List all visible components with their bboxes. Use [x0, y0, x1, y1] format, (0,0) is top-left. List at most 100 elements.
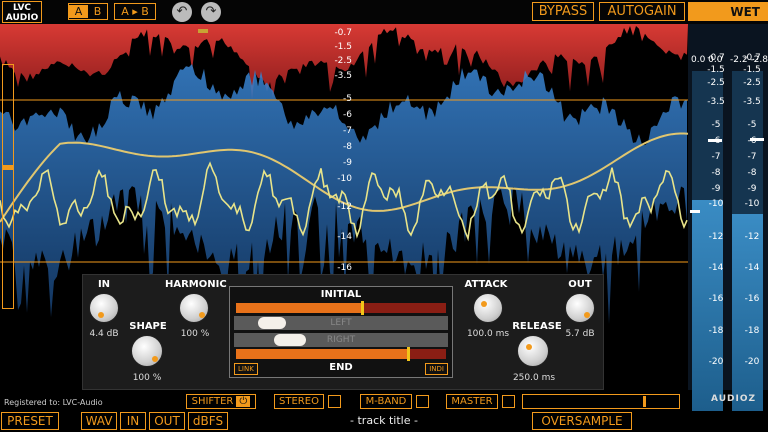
wav-button[interactable]: WAV — [81, 412, 117, 430]
input-peak-marker — [690, 210, 700, 213]
meter-scale-label: -10 — [744, 199, 760, 209]
meter-scale-label: -18 — [708, 326, 724, 336]
meter-scale-label: -18 — [744, 326, 760, 336]
meter-scale-label: -20 — [708, 357, 724, 367]
scroll-handle[interactable] — [198, 29, 208, 33]
output-meter-fill — [732, 213, 763, 411]
shape-label: SHAPE — [129, 321, 167, 332]
autogain-button[interactable]: AUTOGAIN — [599, 2, 685, 21]
initial-slider[interactable] — [236, 301, 446, 315]
shape-knob[interactable] — [131, 335, 163, 367]
initial-slider-handle[interactable] — [361, 301, 364, 315]
right-label: RIGHT — [326, 335, 356, 345]
input-gain-rail[interactable] — [2, 64, 14, 309]
release-knob[interactable] — [517, 335, 549, 367]
left-label: LEFT — [330, 318, 352, 328]
master-button[interactable]: MASTER — [446, 394, 498, 409]
undo-icon[interactable]: ↶ — [172, 2, 192, 22]
meter-scale-label: -10 — [708, 199, 724, 209]
meter-scale-label: -2.5 — [707, 78, 725, 88]
right-channel-blob — [274, 334, 306, 346]
harmonic-label: HARMONIC — [165, 279, 227, 290]
master-slider-handle[interactable] — [643, 396, 646, 407]
shape-value: 100 % — [132, 373, 162, 383]
meter-scale-label: -20 — [744, 357, 760, 367]
meter-scale-label: -3.5 — [743, 97, 761, 107]
release-label: RELEASE — [512, 321, 562, 332]
meter-scale-label: -9 — [747, 184, 757, 194]
attack-label: ATTACK — [464, 279, 508, 290]
lvc-audio-logo: LVC AUDIO — [2, 1, 42, 23]
indi-button[interactable]: INDI — [425, 363, 448, 375]
level-meters: 0.0 0.0 -2.2 -2.8 -0.7 -0.7 -1.5 -1.5 -2.5 -2… — [688, 24, 768, 411]
wet-label: WET — [730, 4, 760, 19]
meter-scale-label: -7 — [747, 152, 757, 162]
shifter-button[interactable]: SHIFTER ⏻ — [186, 394, 256, 409]
preset-a-button[interactable]: A — [69, 5, 88, 18]
initial-slider-fill — [236, 303, 362, 313]
harmonic-knob-indicator — [199, 312, 205, 318]
end-label: END — [329, 362, 353, 373]
envelope-section: INITIAL LEFT RIGHT LINK END INDI — [229, 286, 453, 378]
meter-scale-label: -1.5 — [743, 65, 761, 75]
db-scale-label: -16 — [337, 263, 352, 273]
track-title: - track title - — [350, 414, 418, 427]
end-slider-fill — [236, 349, 409, 359]
db-scale-label: -14 — [337, 232, 352, 242]
end-slider-handle[interactable] — [407, 347, 411, 361]
left-channel-blob — [258, 317, 286, 329]
in-knob[interactable] — [89, 293, 119, 323]
preset-b-button[interactable]: B — [88, 5, 107, 18]
meter-scale-label: -2.5 — [743, 78, 761, 88]
left-channel-row[interactable]: LEFT — [234, 316, 448, 330]
out-knob[interactable] — [565, 293, 595, 323]
meter-scale-label: -6 — [747, 136, 757, 146]
stereo-button[interactable]: STEREO — [274, 394, 324, 409]
dbfs-button[interactable]: dBFS — [188, 412, 228, 430]
preset-button[interactable]: PRESET — [1, 412, 59, 430]
meter-scale-label: -0.7 — [743, 53, 761, 63]
attack-knob-indicator — [481, 301, 487, 307]
db-scale-label: -8 — [343, 142, 352, 152]
in-knob-indicator — [98, 312, 104, 318]
oversample-button[interactable]: OVERSAMPLE — [532, 412, 632, 430]
meter-scale-label: -16 — [708, 294, 724, 304]
meter-scale-label: -6 — [711, 136, 721, 146]
meter-scale-label: -16 — [744, 294, 760, 304]
input-gain-marker[interactable] — [3, 165, 13, 170]
meter-scale-label: -1.5 — [707, 65, 725, 75]
harmonic-knob[interactable] — [179, 293, 209, 323]
wet-dry-slider[interactable]: WET — [688, 2, 768, 21]
redo-icon[interactable]: ↷ — [201, 2, 221, 22]
db-scale-label: -7 — [343, 126, 352, 136]
master-toggle[interactable] — [502, 395, 515, 408]
mband-toggle[interactable] — [416, 395, 429, 408]
copy-a-to-b-button[interactable]: A ▸ B — [114, 3, 156, 20]
meter-scale-label: -8 — [747, 168, 757, 178]
release-knob-indicator — [526, 344, 532, 350]
db-scale-label: -5 — [343, 94, 352, 104]
meter-scale-label: -9 — [711, 184, 721, 194]
mband-button[interactable]: M-BAND — [360, 394, 412, 409]
meter-scale-label: -3.5 — [707, 97, 725, 107]
out-label: OUT — [568, 279, 592, 290]
db-scale-label: -10 — [337, 174, 352, 184]
master-slider[interactable] — [522, 394, 680, 409]
end-slider[interactable] — [236, 347, 446, 361]
bypass-button[interactable]: BYPASS — [532, 2, 594, 21]
audioz-watermark: AUDIOZ — [711, 394, 756, 404]
initial-label: INITIAL — [320, 289, 362, 300]
attack-value: 100.0 ms — [466, 329, 510, 339]
db-scale-label: -2.5 — [334, 56, 352, 66]
attack-knob[interactable] — [473, 293, 503, 323]
out-knob-indicator — [584, 312, 590, 318]
meter-scale-label: -14 — [708, 263, 724, 273]
power-icon[interactable]: ⏻ — [236, 396, 251, 407]
right-channel-row[interactable]: RIGHT — [234, 333, 448, 347]
meter-scale-label: -7 — [711, 152, 721, 162]
in-button[interactable]: IN — [120, 412, 146, 430]
shifter-label: SHIFTER — [191, 396, 234, 407]
top-toolbar: LVC AUDIO A B A ▸ B ↶ ↷ BYPASS AUTOGAIN … — [0, 0, 768, 24]
stereo-toggle[interactable] — [328, 395, 341, 408]
out-button[interactable]: OUT — [149, 412, 185, 430]
